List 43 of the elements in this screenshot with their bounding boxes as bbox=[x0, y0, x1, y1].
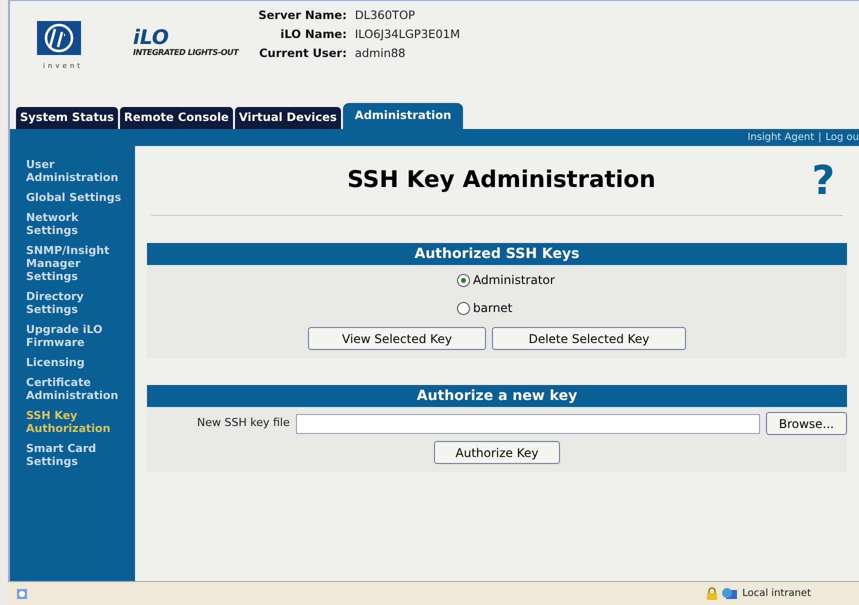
sidebar-item[interactable]: Directory Settings bbox=[26, 290, 131, 316]
help-icon[interactable]: ? bbox=[812, 160, 843, 200]
radio-label: Administrator bbox=[473, 272, 555, 289]
info-label: Server Name: bbox=[258, 7, 347, 24]
radio-button[interactable] bbox=[457, 302, 470, 314]
sidebar-item[interactable]: Upgrade iLO Firmware bbox=[26, 323, 131, 349]
product-subtitle: INTEGRATED LIGHTS-OUT bbox=[133, 47, 238, 59]
radio-label: barnet bbox=[473, 300, 512, 317]
info-label: Current User: bbox=[258, 45, 347, 62]
sidebar-item[interactable]: Global Settings bbox=[26, 191, 131, 204]
info-value: ILO6J34LGP3E01M bbox=[354, 26, 460, 43]
authorize-button[interactable]: Authorize Key bbox=[434, 441, 560, 464]
globe-icon bbox=[722, 586, 738, 600]
section-header: Authorized SSH Keys bbox=[147, 243, 847, 265]
field-label: New SSH key file bbox=[197, 415, 290, 432]
info-label: iLO Name: bbox=[279, 26, 347, 43]
sidebar-item[interactable]: Licensing bbox=[26, 356, 131, 369]
file-input-field[interactable] bbox=[296, 414, 760, 434]
action-button[interactable]: Delete Selected Key bbox=[492, 327, 686, 350]
sidebar-item[interactable]: Network Settings bbox=[26, 211, 131, 237]
nav-tab[interactable]: Administration bbox=[342, 103, 464, 129]
info-value: DL360TOP bbox=[354, 7, 416, 24]
section-header: Authorize a new key bbox=[147, 385, 847, 407]
sidebar-item[interactable]: Smart Card Settings bbox=[26, 442, 131, 468]
radio-button[interactable] bbox=[457, 274, 470, 286]
top-link[interactable]: Insight Agent bbox=[747, 130, 814, 145]
page-title: SSH Key Administration bbox=[346, 166, 657, 196]
nav-tab[interactable]: Virtual Devices bbox=[234, 107, 341, 129]
separator: | bbox=[818, 131, 822, 145]
action-button[interactable]: View Selected Key bbox=[308, 327, 486, 350]
nav-tab[interactable]: Remote Console bbox=[120, 107, 233, 129]
nav-tab[interactable]: System Status bbox=[16, 107, 118, 129]
sidebar-item[interactable]: SNMP/Insight Manager Settings bbox=[26, 244, 131, 283]
sidebar-item[interactable]: SSH Key Authorization bbox=[26, 409, 131, 435]
info-value: admin88 bbox=[354, 45, 406, 62]
product-name: iLO bbox=[133, 27, 170, 47]
lock-icon bbox=[706, 587, 718, 600]
sidebar-item[interactable]: Certificate Administration bbox=[26, 376, 131, 402]
top-link[interactable]: Log ou bbox=[826, 130, 859, 145]
sidebar-item[interactable]: User Administration bbox=[26, 158, 131, 184]
zone-label: Local intranet bbox=[742, 587, 812, 601]
page-icon bbox=[16, 588, 28, 600]
browse-button[interactable]: Browse... bbox=[766, 412, 847, 435]
